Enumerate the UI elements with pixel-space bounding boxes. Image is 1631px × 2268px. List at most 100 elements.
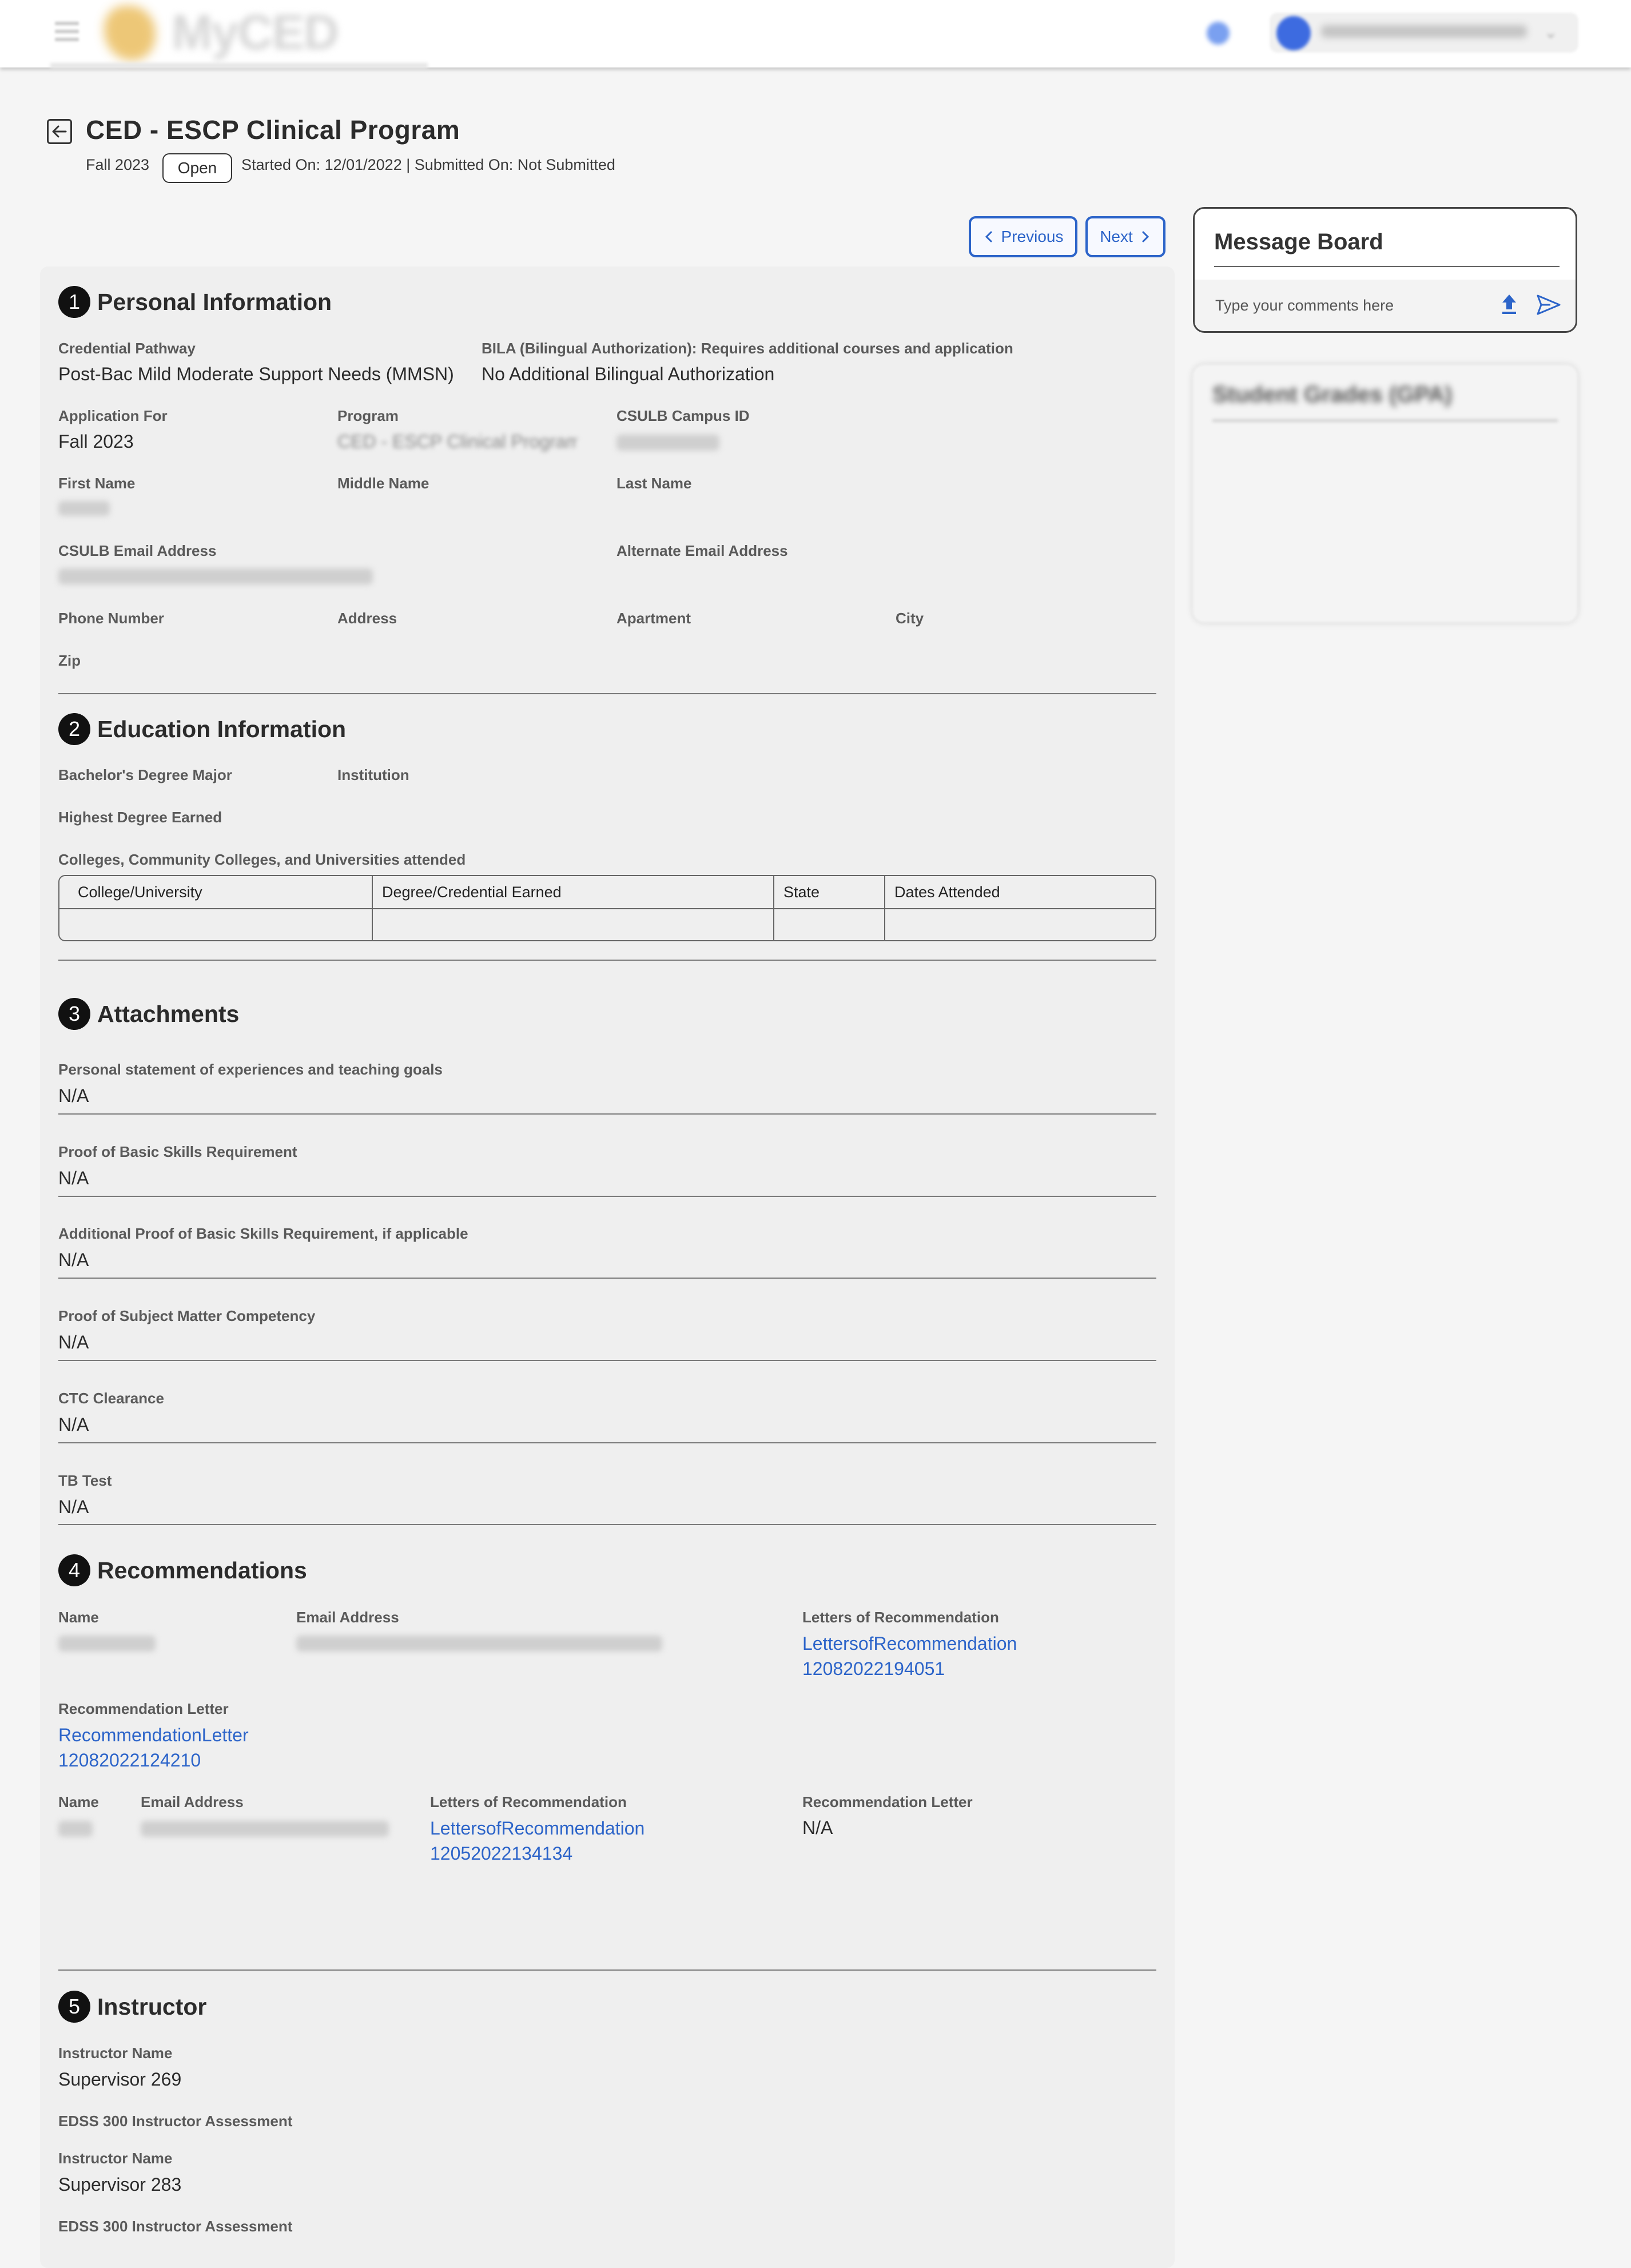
- attachment-label: CTC Clearance: [58, 1390, 164, 1407]
- attachment-value: N/A: [58, 1497, 89, 1517]
- avatar[interactable]: [1276, 16, 1311, 50]
- application-for-value: Fall 2023: [58, 431, 134, 452]
- step-3-icon: 3: [58, 998, 90, 1030]
- credential-pathway-label: Credential Pathway: [58, 340, 196, 357]
- education-heading: 2 Education Information: [58, 713, 346, 745]
- rec-letter-link[interactable]: RecommendationLetter 12082022124210: [58, 1722, 249, 1773]
- phone-label: Phone Number: [58, 610, 164, 627]
- colleges-table: College/University Degree/Credential Ear…: [58, 875, 1156, 941]
- rec-letter-label: Recommendation Letter: [58, 1700, 229, 1717]
- message-board-title: Message Board: [1214, 229, 1383, 254]
- grades-divider: [1212, 420, 1558, 421]
- instructor-name-value: Supervisor 269: [58, 2069, 182, 2090]
- institution-label: Institution: [337, 766, 409, 783]
- first-name-redacted: [58, 501, 110, 516]
- rec-letter-link-line1[interactable]: RecommendationLetter: [58, 1722, 249, 1748]
- next-button[interactable]: Next: [1085, 216, 1165, 257]
- grades-title: Student Grades (GPA): [1212, 382, 1453, 407]
- attachment-label: TB Test: [58, 1472, 112, 1489]
- attachment-value: N/A: [58, 1085, 89, 1106]
- status-badge: Open: [162, 153, 232, 183]
- attachment-divider: [58, 1360, 1156, 1361]
- attachment-label: Proof of Basic Skills Requirement: [58, 1143, 297, 1160]
- letters-link-line2[interactable]: 12052022134134: [430, 1841, 645, 1866]
- message-board: Message Board: [1193, 207, 1577, 333]
- campus-id-label: CSULB Campus ID: [616, 407, 750, 424]
- apartment-label: Apartment: [616, 610, 691, 627]
- colleges-label: Colleges, Community Colleges, and Univer…: [58, 851, 466, 868]
- instructor-assessment-label: EDSS 300 Instructor Assessment: [58, 2218, 293, 2235]
- rec-name-redacted: [58, 1636, 156, 1652]
- step-5-icon: 5: [58, 1991, 90, 2023]
- letters-link-line1[interactable]: LettersofRecommendation: [802, 1631, 1017, 1656]
- user-name-redacted: [1321, 25, 1527, 38]
- chevron-down-icon[interactable]: ⌄: [1544, 23, 1558, 41]
- logo-icon: [104, 6, 156, 61]
- submission-dates: Started On: 12/01/2022 | Submitted On: N…: [241, 156, 615, 173]
- previous-label: Previous: [1001, 228, 1064, 245]
- section-title: Attachments: [97, 1000, 240, 1027]
- table-row: [59, 908, 1155, 909]
- attachment-divider: [58, 1442, 1156, 1443]
- bila-label: BILA (Bilingual Authorization): Requires…: [482, 340, 1013, 357]
- bila-value: No Additional Bilingual Authorization: [482, 364, 775, 384]
- letters-link-line2[interactable]: 12082022194051: [802, 1656, 1017, 1681]
- arrow-left-icon: [52, 125, 67, 138]
- attachment-value: N/A: [58, 1414, 89, 1435]
- instructor-name-label: Instructor Name: [58, 2150, 173, 2167]
- instructor-assessment-label: EDSS 300 Instructor Assessment: [58, 2112, 293, 2130]
- attachment-divider: [58, 1524, 1156, 1525]
- student-grades-card: Student Grades (GPA): [1193, 365, 1577, 622]
- back-button[interactable]: [47, 119, 72, 144]
- attachment-divider: [58, 1278, 1156, 1279]
- highest-degree-label: Highest Degree Earned: [58, 809, 222, 826]
- table-header-college: College/University: [78, 883, 202, 901]
- csulb-email-label: CSULB Email Address: [58, 542, 217, 559]
- step-1-icon: 1: [58, 286, 90, 318]
- attachment-label: Additional Proof of Basic Skills Require…: [58, 1225, 468, 1242]
- section-divider: [58, 1969, 1156, 1971]
- campus-id-redacted: [616, 435, 719, 451]
- alt-email-label: Alternate Email Address: [616, 542, 788, 559]
- program-value: CED - ESCP Clinical Program: [337, 431, 578, 452]
- comment-input[interactable]: [1214, 289, 1491, 322]
- section-title: Instructor: [97, 1993, 207, 2020]
- letters-link[interactable]: LettersofRecommendation 12082022194051: [802, 1631, 1017, 1681]
- menu-icon[interactable]: [55, 22, 79, 43]
- message-board-divider: [1214, 266, 1560, 267]
- attachment-label: Personal statement of experiences and te…: [58, 1061, 443, 1078]
- page-title: CED - ESCP Clinical Program: [86, 115, 460, 145]
- table-header-degree: Degree/Credential Earned: [382, 883, 562, 901]
- letters-link-line1[interactable]: LettersofRecommendation: [430, 1816, 645, 1841]
- app-logo-text[interactable]: MyCED: [172, 5, 339, 61]
- previous-button[interactable]: Previous: [969, 216, 1077, 257]
- rec-letter-value: N/A: [802, 1817, 833, 1838]
- rec-name-label: Name: [58, 1793, 99, 1811]
- credential-pathway-value: Post-Bac Mild Moderate Support Needs (MM…: [58, 364, 454, 384]
- bachelors-label: Bachelor's Degree Major: [58, 766, 232, 783]
- last-name-label: Last Name: [616, 475, 692, 492]
- send-icon[interactable]: [1535, 292, 1562, 317]
- rec-email-label: Email Address: [141, 1793, 244, 1811]
- top-navigation-bar: MyCED ⌄: [0, 0, 1631, 69]
- chevron-right-icon: [1142, 231, 1149, 242]
- section-divider: [58, 960, 1156, 961]
- program-label: Program: [337, 407, 399, 424]
- attachment-value: N/A: [58, 1332, 89, 1352]
- recommendations-heading: 4 Recommendations: [58, 1554, 307, 1586]
- application-panel: [40, 266, 1175, 2268]
- application-for-label: Application For: [58, 407, 168, 424]
- rec-letter-link-line2[interactable]: 12082022124210: [58, 1748, 249, 1773]
- rec-email-label: Email Address: [296, 1609, 399, 1626]
- notification-icon[interactable]: [1207, 22, 1230, 45]
- section-title: Recommendations: [97, 1557, 307, 1583]
- rec-letter-label: Recommendation Letter: [802, 1793, 973, 1811]
- step-4-icon: 4: [58, 1554, 90, 1586]
- upload-icon[interactable]: [1498, 292, 1521, 317]
- csulb-email-redacted: [58, 568, 373, 584]
- attachment-divider: [58, 1113, 1156, 1115]
- logo-underline: [50, 63, 428, 69]
- term-label: Fall 2023: [86, 156, 150, 173]
- letters-label: Letters of Recommendation: [430, 1793, 627, 1811]
- letters-link[interactable]: LettersofRecommendation 12052022134134: [430, 1816, 645, 1866]
